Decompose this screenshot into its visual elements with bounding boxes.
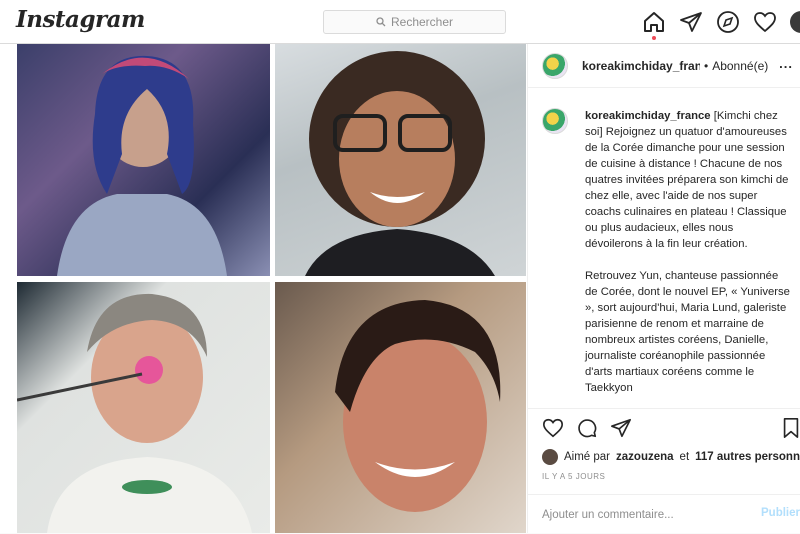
- search-input[interactable]: Rechercher: [323, 10, 506, 34]
- likes-prefix: Aimé par: [564, 451, 611, 463]
- caption-paragraph-2: Retrouvez Yun, chanteuse passionnée de C…: [585, 270, 790, 394]
- activity-heart-icon[interactable]: [753, 10, 777, 34]
- post-timestamp[interactable]: IL Y A 5 JOURS: [542, 472, 605, 481]
- share-direct-icon[interactable]: [610, 417, 632, 439]
- photo-top-right: [275, 44, 526, 276]
- post-actions-section: Aimé par zazouzena et 117 autres personn…: [528, 408, 800, 533]
- save-bookmark-icon[interactable]: [780, 417, 800, 439]
- author-avatar[interactable]: [542, 52, 568, 79]
- likes-summary: Aimé par zazouzena et 117 autres personn…: [542, 449, 800, 465]
- likes-others-link[interactable]: 117 autres personnes: [695, 451, 800, 463]
- comment-bubble-icon[interactable]: [576, 417, 598, 439]
- more-options-icon[interactable]: ...: [779, 56, 793, 71]
- profile-avatar[interactable]: [790, 11, 800, 33]
- follow-status-button[interactable]: Abonné(e): [712, 59, 768, 73]
- search-icon: [376, 17, 386, 27]
- liker-username[interactable]: zazouzena: [616, 451, 674, 463]
- photo-bottom-left: [17, 282, 270, 533]
- caption-paragraph-1: [Kimchi chez soi] Rejoignez un quatuor d…: [585, 110, 789, 250]
- comment-input[interactable]: Ajouter un commentaire...: [528, 494, 800, 534]
- post-media-area: [0, 44, 527, 533]
- explore-compass-icon[interactable]: [716, 10, 740, 34]
- direct-message-icon[interactable]: [679, 10, 703, 34]
- photo-top-left: [17, 44, 270, 276]
- author-username[interactable]: koreakimchiday_france: [582, 59, 700, 73]
- top-navigation-bar: Instagram Rechercher: [0, 0, 800, 44]
- caption-author-avatar[interactable]: [542, 108, 568, 134]
- header-separator: •: [704, 58, 709, 73]
- comment-placeholder: Ajouter un commentaire...: [542, 508, 674, 521]
- search-placeholder: Rechercher: [390, 15, 454, 29]
- likes-connector: et: [679, 451, 690, 463]
- like-heart-icon[interactable]: [542, 417, 564, 439]
- post-caption: koreakimchiday_france [Kimchi chez soi] …: [542, 108, 800, 408]
- home-icon[interactable]: [642, 10, 666, 40]
- post-side-panel: koreakimchiday_france • Abonné(e) ... ko…: [527, 44, 800, 533]
- instagram-logo[interactable]: Instagram: [16, 6, 145, 33]
- post-header: koreakimchiday_france • Abonné(e) ...: [528, 44, 800, 88]
- notification-dot: [652, 36, 656, 40]
- caption-username[interactable]: koreakimchiday_france: [585, 110, 711, 122]
- photo-bottom-right: [275, 282, 526, 533]
- liker-avatar[interactable]: [542, 449, 558, 465]
- publish-button[interactable]: Publier: [761, 507, 800, 519]
